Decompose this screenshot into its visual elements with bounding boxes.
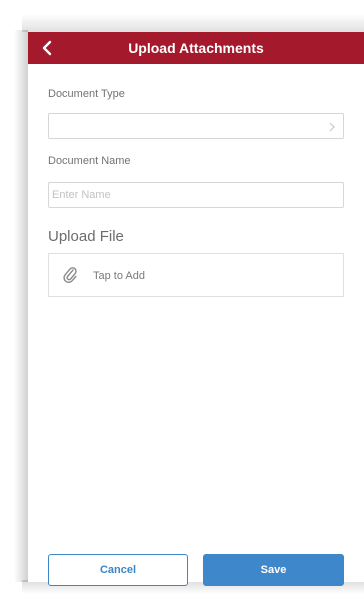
document-type-label: Document Type: [48, 88, 125, 100]
chevron-left-icon: [42, 40, 52, 56]
chevron-right-icon: [329, 122, 335, 132]
tap-to-add-label: Tap to Add: [93, 270, 145, 282]
save-button[interactable]: Save: [203, 554, 344, 586]
document-name-field[interactable]: Enter Name: [48, 182, 344, 208]
screenshot-frame: Upload Attachments Document Type Documen…: [0, 0, 364, 600]
document-name-placeholder: Enter Name: [52, 189, 111, 201]
nav-header: Upload Attachments: [28, 32, 364, 64]
upload-file-label: Upload File: [48, 228, 124, 245]
frame-shadow-top: [22, 14, 364, 32]
tap-to-add-button[interactable]: Tap to Add: [48, 253, 344, 297]
upload-attachments-screen: Upload Attachments Document Type Documen…: [28, 32, 364, 586]
back-button[interactable]: [32, 32, 62, 64]
cancel-button[interactable]: Cancel: [48, 554, 188, 586]
document-type-select[interactable]: [48, 113, 344, 139]
page-title: Upload Attachments: [128, 40, 264, 56]
paperclip-icon: [63, 267, 77, 283]
frame-shadow-left: [14, 30, 28, 582]
document-name-label: Document Name: [48, 155, 131, 167]
